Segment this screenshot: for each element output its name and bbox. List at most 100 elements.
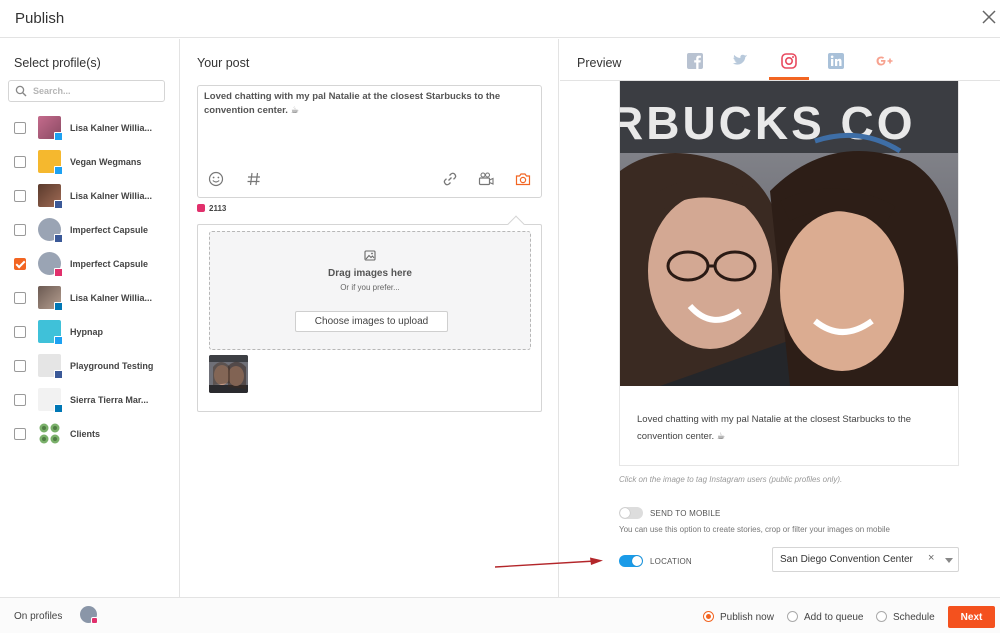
profile-item[interactable]: Sierra Tierra Mar...: [0, 384, 180, 418]
add-to-queue-label[interactable]: Add to queue: [804, 612, 864, 623]
profile-item[interactable]: Lisa Kalner Willia...: [0, 282, 180, 316]
profile-item[interactable]: Hypnap: [0, 316, 180, 350]
profile-item[interactable]: Clients: [0, 418, 180, 452]
tag-hint: Click on the image to tag Instagram user…: [619, 475, 843, 484]
tab-linkedin-icon[interactable]: [827, 52, 845, 70]
preview-tabs: Preview: [560, 39, 1000, 81]
profile-item[interactable]: Imperfect Capsule: [0, 248, 180, 282]
publish-now-label[interactable]: Publish now: [720, 612, 774, 623]
hashtag-icon[interactable]: [245, 170, 263, 188]
linkedin-icon: [54, 404, 63, 413]
link-icon[interactable]: [441, 170, 459, 188]
twitter-icon: [54, 166, 63, 175]
send-to-mobile-label: SEND TO MOBILE: [650, 509, 721, 518]
post-text[interactable]: Loved chatting with my pal Natalie at th…: [204, 90, 524, 118]
publish-dialog: Publish Select profile(s) Lisa Kalner Wi…: [0, 0, 1000, 633]
profile-checkbox[interactable]: [14, 190, 26, 202]
emoji-icon[interactable]: [207, 170, 225, 188]
facebook-icon: [54, 200, 63, 209]
post-panel: Your post Loved chatting with my pal Nat…: [180, 39, 559, 597]
selected-profile-avatar[interactable]: [80, 606, 98, 624]
profile-checkbox[interactable]: [14, 122, 26, 134]
preview-photo[interactable]: RBUCKS CO: [620, 81, 958, 386]
upload-panel: Drag images here Or if you prefer... Cho…: [197, 224, 542, 412]
video-icon[interactable]: [477, 170, 495, 188]
instagram-icon: [197, 204, 205, 212]
profile-name: Lisa Kalner Willia...: [70, 293, 152, 303]
tab-twitter-icon[interactable]: [731, 52, 749, 70]
toggle-knob: [620, 508, 630, 518]
linkedin-icon: [54, 302, 63, 311]
annotation-arrow: [495, 557, 603, 568]
profile-checkbox[interactable]: [14, 224, 26, 236]
preview-caption: Loved chatting with my pal Natalie at th…: [637, 414, 912, 442]
search-input[interactable]: [33, 83, 158, 99]
profile-list: Lisa Kalner Willia... Vegan Wegmans Lisa…: [0, 112, 180, 452]
char-counter: 2113: [197, 204, 226, 213]
send-to-mobile-description: You can use this option to create storie…: [619, 525, 890, 534]
profile-name: Lisa Kalner Willia...: [70, 123, 152, 133]
facebook-icon: [54, 370, 63, 379]
instagram-icon: [54, 268, 63, 277]
publish-now-radio[interactable]: [703, 611, 714, 622]
profile-checkbox[interactable]: [14, 292, 26, 304]
preview-panel: Preview RBUCKS CO Loved chatting with my…: [560, 39, 1000, 597]
profile-search[interactable]: [8, 80, 165, 102]
location-toggle[interactable]: [619, 555, 643, 567]
chevron-down-icon[interactable]: [945, 558, 953, 563]
tab-facebook-icon[interactable]: [686, 52, 704, 70]
add-to-queue-radio[interactable]: [787, 611, 798, 622]
instagram-preview-card: RBUCKS CO Loved chatting with my pal Nat…: [619, 81, 959, 466]
profile-item[interactable]: Playground Testing: [0, 350, 180, 384]
toggle-knob: [632, 556, 642, 566]
char-count: 2113: [209, 204, 227, 213]
schedule-label[interactable]: Schedule: [893, 612, 935, 623]
profile-checkbox[interactable]: [14, 360, 26, 372]
send-to-mobile-toggle[interactable]: [619, 507, 643, 519]
location-label: LOCATION: [650, 557, 692, 566]
profile-name: Vegan Wegmans: [70, 157, 142, 167]
search-icon: [15, 85, 27, 97]
profile-item[interactable]: Vegan Wegmans: [0, 146, 180, 180]
profile-checkbox[interactable]: [14, 326, 26, 338]
profile-name: Clients: [70, 429, 101, 439]
schedule-radio[interactable]: [876, 611, 887, 622]
profiles-title: Select profile(s): [14, 56, 101, 70]
twitter-icon: [54, 132, 63, 141]
facebook-icon: [54, 234, 63, 243]
tab-google-plus-icon[interactable]: [874, 52, 896, 70]
starbucks-sign-text: RBUCKS CO: [620, 97, 916, 149]
post-editor[interactable]: Loved chatting with my pal Natalie at th…: [197, 85, 542, 198]
group-icon: [39, 423, 60, 444]
on-profiles-label: On profiles: [14, 611, 63, 622]
drag-images-text: Drag images here: [328, 268, 412, 279]
choose-images-button[interactable]: Choose images to upload: [295, 311, 448, 332]
profile-checkbox[interactable]: [14, 428, 26, 440]
profile-name: Imperfect Capsule: [70, 225, 149, 235]
profile-checkbox[interactable]: [14, 394, 26, 406]
dialog-footer: On profiles Publish now Add to queue Sch…: [0, 597, 1000, 633]
clear-location-icon[interactable]: ×: [928, 552, 934, 564]
dialog-title: Publish: [15, 10, 65, 27]
camera-icon[interactable]: [514, 170, 532, 188]
profile-name: Imperfect Capsule: [70, 259, 149, 269]
tab-instagram-icon[interactable]: [780, 52, 798, 70]
or-text: Or if you prefer...: [340, 283, 400, 292]
location-value: San Diego Convention Center: [780, 554, 913, 565]
post-title: Your post: [197, 56, 250, 70]
active-tab-indicator: [769, 77, 809, 80]
location-select[interactable]: San Diego Convention Center ×: [772, 547, 959, 572]
profile-checkbox[interactable]: [14, 156, 26, 168]
next-button[interactable]: Next: [948, 606, 995, 628]
preview-title: Preview: [577, 56, 622, 70]
profile-name: Sierra Tierra Mar...: [70, 395, 149, 405]
profile-item[interactable]: Imperfect Capsule: [0, 214, 180, 248]
profile-item[interactable]: Lisa Kalner Willia...: [0, 180, 180, 214]
twitter-icon: [54, 336, 63, 345]
close-icon[interactable]: [980, 8, 998, 26]
profile-item[interactable]: Lisa Kalner Willia...: [0, 112, 180, 146]
dialog-header: Publish: [0, 0, 1000, 38]
profile-checkbox[interactable]: [14, 258, 26, 270]
image-drop-zone[interactable]: Drag images here Or if you prefer... Cho…: [209, 231, 531, 350]
uploaded-image-thumbnail[interactable]: [209, 355, 248, 393]
